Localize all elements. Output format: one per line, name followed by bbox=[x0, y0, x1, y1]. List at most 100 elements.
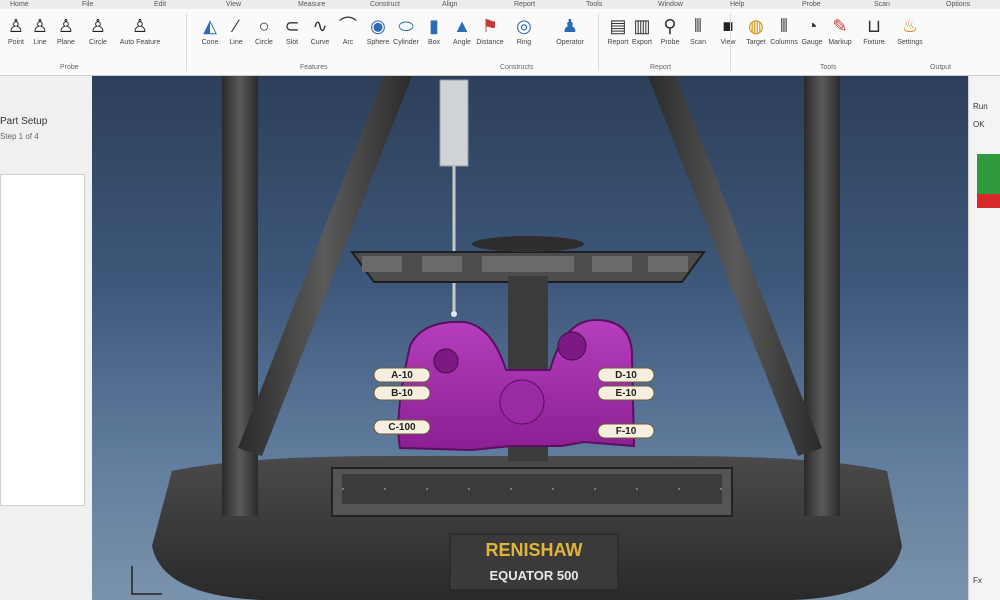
ribbon-button[interactable]: ◉ Sphere bbox=[364, 13, 392, 59]
ribbon-button[interactable]: ∕ Line bbox=[222, 13, 250, 59]
ribbon-button[interactable]: ⬭ Cylinder bbox=[392, 13, 420, 59]
ribbon-button-label: Report bbox=[607, 39, 629, 46]
stick-figure-icon: ♙ bbox=[57, 16, 75, 36]
ring-icon: ◎ bbox=[516, 16, 532, 36]
fx-button[interactable]: Fx bbox=[973, 576, 997, 590]
ribbon-button[interactable]: ◭ Cone bbox=[196, 13, 224, 59]
ribbon-button[interactable]: ⦀ Scan bbox=[684, 13, 712, 59]
screen-icon: ■ bbox=[722, 16, 734, 36]
ribbon-button[interactable]: ✎ Markup bbox=[826, 13, 854, 59]
ribbon-button[interactable]: ⦀ Columns bbox=[770, 13, 798, 59]
ribbon-button-label: Ring bbox=[516, 39, 532, 46]
ribbon-button-label: Settings bbox=[897, 39, 923, 46]
menu-item[interactable]: Window bbox=[658, 0, 683, 9]
ribbon-button[interactable]: ♙ Plane bbox=[52, 13, 80, 59]
ribbon-button-label: Slot bbox=[285, 39, 299, 46]
callout-label[interactable]: D-10 bbox=[597, 367, 655, 383]
menu-item[interactable]: Align bbox=[442, 0, 458, 9]
ribbon-button[interactable]: ⚑ Distance bbox=[476, 13, 504, 59]
callout-label[interactable]: C-100 bbox=[373, 419, 431, 435]
callout-text: B-10 bbox=[391, 388, 413, 399]
ribbon-group-label: Report bbox=[650, 64, 672, 71]
menu-item[interactable]: Construct bbox=[370, 0, 400, 9]
ribbon-button[interactable]: ⚲ Probe bbox=[656, 13, 684, 59]
line-icon: ∕ bbox=[234, 16, 238, 36]
callout-text: F-10 bbox=[616, 426, 637, 437]
callout-label[interactable]: B-10 bbox=[373, 385, 431, 401]
ribbon-button[interactable]: ◔ Gauge bbox=[798, 13, 826, 59]
cup-icon: ⊔ bbox=[866, 16, 882, 36]
menu-item[interactable]: Report bbox=[514, 0, 535, 9]
curve-icon: ∿ bbox=[312, 16, 328, 36]
ribbon-button[interactable]: ♨ Settings bbox=[896, 13, 924, 59]
ribbon-button[interactable]: ∿ Curve bbox=[306, 13, 334, 59]
ribbon-button[interactable]: ⌒ Arc bbox=[334, 13, 362, 59]
ribbon-button[interactable]: ♙ Circle bbox=[84, 13, 112, 59]
menu-item[interactable]: Help bbox=[730, 0, 744, 9]
panel-subtitle: Step 1 of 4 bbox=[0, 132, 39, 141]
ribbon-button[interactable]: ○ Circle bbox=[250, 13, 278, 59]
callout-label[interactable]: E-10 bbox=[597, 385, 655, 401]
ribbon-button-label: Columns bbox=[770, 39, 798, 46]
stick-figure-icon: ♙ bbox=[89, 16, 107, 36]
status-fail-bar bbox=[977, 194, 1000, 208]
menu-item[interactable]: Probe bbox=[802, 0, 821, 9]
arc-icon: ⌒ bbox=[339, 16, 357, 36]
flag-icon: ⚑ bbox=[481, 16, 499, 36]
bars-icon: ⦀ bbox=[694, 16, 702, 36]
ribbon-button-label: Cylinder bbox=[393, 39, 419, 46]
menu-item[interactable]: Options bbox=[946, 0, 970, 9]
ribbon-button[interactable]: ♙ Line bbox=[26, 13, 54, 59]
ribbon-separator bbox=[598, 13, 599, 71]
ribbon-button-label: Gauge bbox=[801, 39, 823, 46]
ribbon-button-label: Probe bbox=[660, 39, 680, 46]
menu-item[interactable]: Tools bbox=[586, 0, 602, 9]
cylinder-icon: ⬭ bbox=[398, 16, 414, 36]
ribbon-button[interactable]: ▥ Export bbox=[628, 13, 656, 59]
ribbon-button[interactable]: ◎ Ring bbox=[510, 13, 538, 59]
callout-label[interactable]: A-10 bbox=[373, 367, 431, 383]
ribbon-button[interactable]: ◍ Target bbox=[742, 13, 770, 59]
right-panel: Run OK Fx bbox=[968, 76, 1000, 600]
menu-item[interactable]: Home bbox=[10, 0, 29, 9]
brand-text: RENISHAW bbox=[485, 540, 582, 560]
doc2-icon: ▥ bbox=[633, 16, 651, 36]
cad-viewport[interactable]: RENISHAW EQUATOR 500 A-10 B-10 C-100 D-10 E-… bbox=[92, 76, 968, 600]
ribbon-button[interactable]: ⊂ Slot bbox=[278, 13, 306, 59]
stick-figure-icon: ♙ bbox=[31, 16, 49, 36]
menu-item[interactable]: Measure bbox=[298, 0, 325, 9]
callout-label[interactable]: F-10 bbox=[597, 423, 655, 439]
ribbon-button-label: Target bbox=[746, 39, 766, 46]
probe-icon: ⚲ bbox=[663, 16, 677, 36]
panel-title: Part Setup bbox=[0, 116, 48, 127]
status-label: OK bbox=[973, 120, 985, 129]
ribbon-button[interactable]: ♟ Operator bbox=[556, 13, 584, 59]
table-rail bbox=[342, 474, 722, 504]
ribbon-group-label: Features bbox=[300, 64, 328, 71]
ribbon-button-label: Auto Feature bbox=[119, 39, 161, 46]
ribbon-button[interactable]: ♙ Auto Feature bbox=[120, 13, 160, 59]
ribbon-button-label: Angle bbox=[453, 39, 471, 46]
menu-item[interactable]: Edit bbox=[154, 0, 166, 9]
ribbon-button[interactable]: ⊔ Fixture bbox=[860, 13, 888, 59]
pen-icon: ✎ bbox=[832, 16, 848, 36]
probe-tip bbox=[451, 311, 457, 317]
ribbon-button-label: Arc bbox=[342, 39, 354, 46]
columns-icon: ⦀ bbox=[780, 16, 788, 36]
machine-scene: RENISHAW EQUATOR 500 A-10 B-10 C-100 D-10 E-… bbox=[131, 76, 902, 600]
slot-icon: ⊂ bbox=[284, 16, 300, 36]
menu-item[interactable]: File bbox=[82, 0, 93, 9]
ribbon-button-label: Plane bbox=[57, 39, 75, 46]
person-icon: ♟ bbox=[561, 16, 579, 36]
feature-list[interactable] bbox=[0, 174, 85, 506]
ribbon-button[interactable]: ■ View bbox=[714, 13, 742, 59]
ribbon-button-label: Cone bbox=[201, 39, 219, 46]
menu-item[interactable]: Scan bbox=[874, 0, 890, 9]
sphere-icon: ◉ bbox=[370, 16, 386, 36]
target-icon: ◍ bbox=[748, 16, 764, 36]
ribbon-button[interactable]: ▲ Angle bbox=[448, 13, 476, 59]
callout-text: C-100 bbox=[388, 422, 416, 433]
ribbon-separator bbox=[186, 13, 187, 71]
ribbon-button[interactable]: ▮ Box bbox=[420, 13, 448, 59]
menu-item[interactable]: View bbox=[226, 0, 241, 9]
